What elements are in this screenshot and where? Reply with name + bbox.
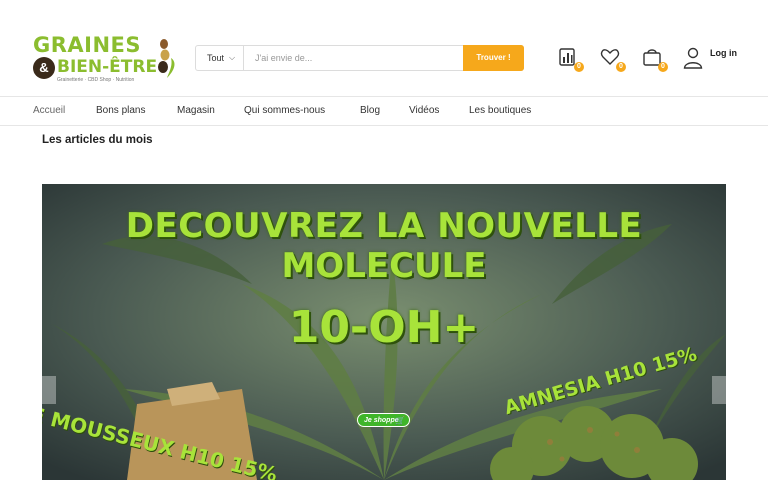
logo-text-line1: GRAINES bbox=[33, 33, 142, 57]
banner-headline-3: 10-OH+ bbox=[288, 302, 480, 353]
nav-item-qui-sommes-nous[interactable]: Qui sommes-nous bbox=[244, 97, 325, 125]
wishlist-button[interactable]: 0 bbox=[600, 47, 626, 72]
search-category-select[interactable]: Tout ⌵ bbox=[196, 46, 244, 70]
nav-item-bons-plans[interactable]: Bons plans bbox=[96, 97, 145, 125]
nav-item-accueil[interactable]: Accueil bbox=[33, 97, 65, 125]
cart-count-badge: 0 bbox=[658, 62, 668, 72]
nav-item-magasin[interactable]: Magasin bbox=[177, 97, 215, 125]
shop-now-button[interactable]: Je shoppe 🛒 bbox=[357, 413, 410, 427]
section-title: Les articles du mois bbox=[42, 134, 153, 146]
compare-count-badge: 0 bbox=[574, 62, 584, 72]
site-logo[interactable]: GRAINES & BIEN-ÊTRE Grainetterie · CBD S… bbox=[33, 34, 181, 86]
compare-button[interactable]: 0 bbox=[558, 47, 584, 72]
page: GRAINES & BIEN-ÊTRE Grainetterie · CBD S… bbox=[0, 0, 768, 480]
search-category-label: Tout bbox=[207, 53, 225, 63]
login-link[interactable]: Log in bbox=[710, 48, 737, 58]
cart-icon: 🛒 bbox=[395, 416, 405, 425]
shop-now-label: Je shoppe bbox=[364, 417, 399, 424]
chevron-down-icon: ⌵ bbox=[229, 53, 236, 62]
wishlist-count-badge: 0 bbox=[616, 62, 626, 72]
carousel-next-arrow[interactable] bbox=[712, 376, 726, 404]
user-icon bbox=[683, 47, 703, 69]
search-button[interactable]: Trouver ! bbox=[463, 45, 524, 71]
main-nav: Accueil Bons plans Magasin Qui sommes-no… bbox=[0, 96, 768, 126]
logo-tagline: Grainetterie · CBD Shop · Nutrition bbox=[57, 77, 135, 83]
site-header: GRAINES & BIEN-ÊTRE Grainetterie · CBD S… bbox=[0, 0, 768, 96]
seeds-icon bbox=[158, 39, 175, 78]
nav-item-les-boutiques[interactable]: Les boutiques bbox=[469, 97, 531, 125]
nav-item-blog[interactable]: Blog bbox=[360, 97, 380, 125]
search-input[interactable] bbox=[245, 46, 463, 70]
account-button[interactable] bbox=[683, 47, 705, 69]
cart-button[interactable]: 0 bbox=[642, 47, 668, 72]
banner-headline-2: MOLECULE bbox=[281, 246, 487, 286]
nav-item-videos[interactable]: Vidéos bbox=[409, 97, 439, 125]
logo-ampersand: & bbox=[33, 57, 55, 79]
banner-headline-1: DECOUVREZ LA NOUVELLE bbox=[125, 206, 643, 246]
logo-text-line2: BIEN-ÊTRE bbox=[57, 57, 158, 77]
search-bar: Tout ⌵ Trouver ! bbox=[195, 45, 524, 71]
promo-banner[interactable]: DECOUVREZ LA NOUVELLE MOLECULE 10-OH+ E … bbox=[42, 184, 726, 480]
carousel-prev-arrow[interactable] bbox=[42, 376, 56, 404]
